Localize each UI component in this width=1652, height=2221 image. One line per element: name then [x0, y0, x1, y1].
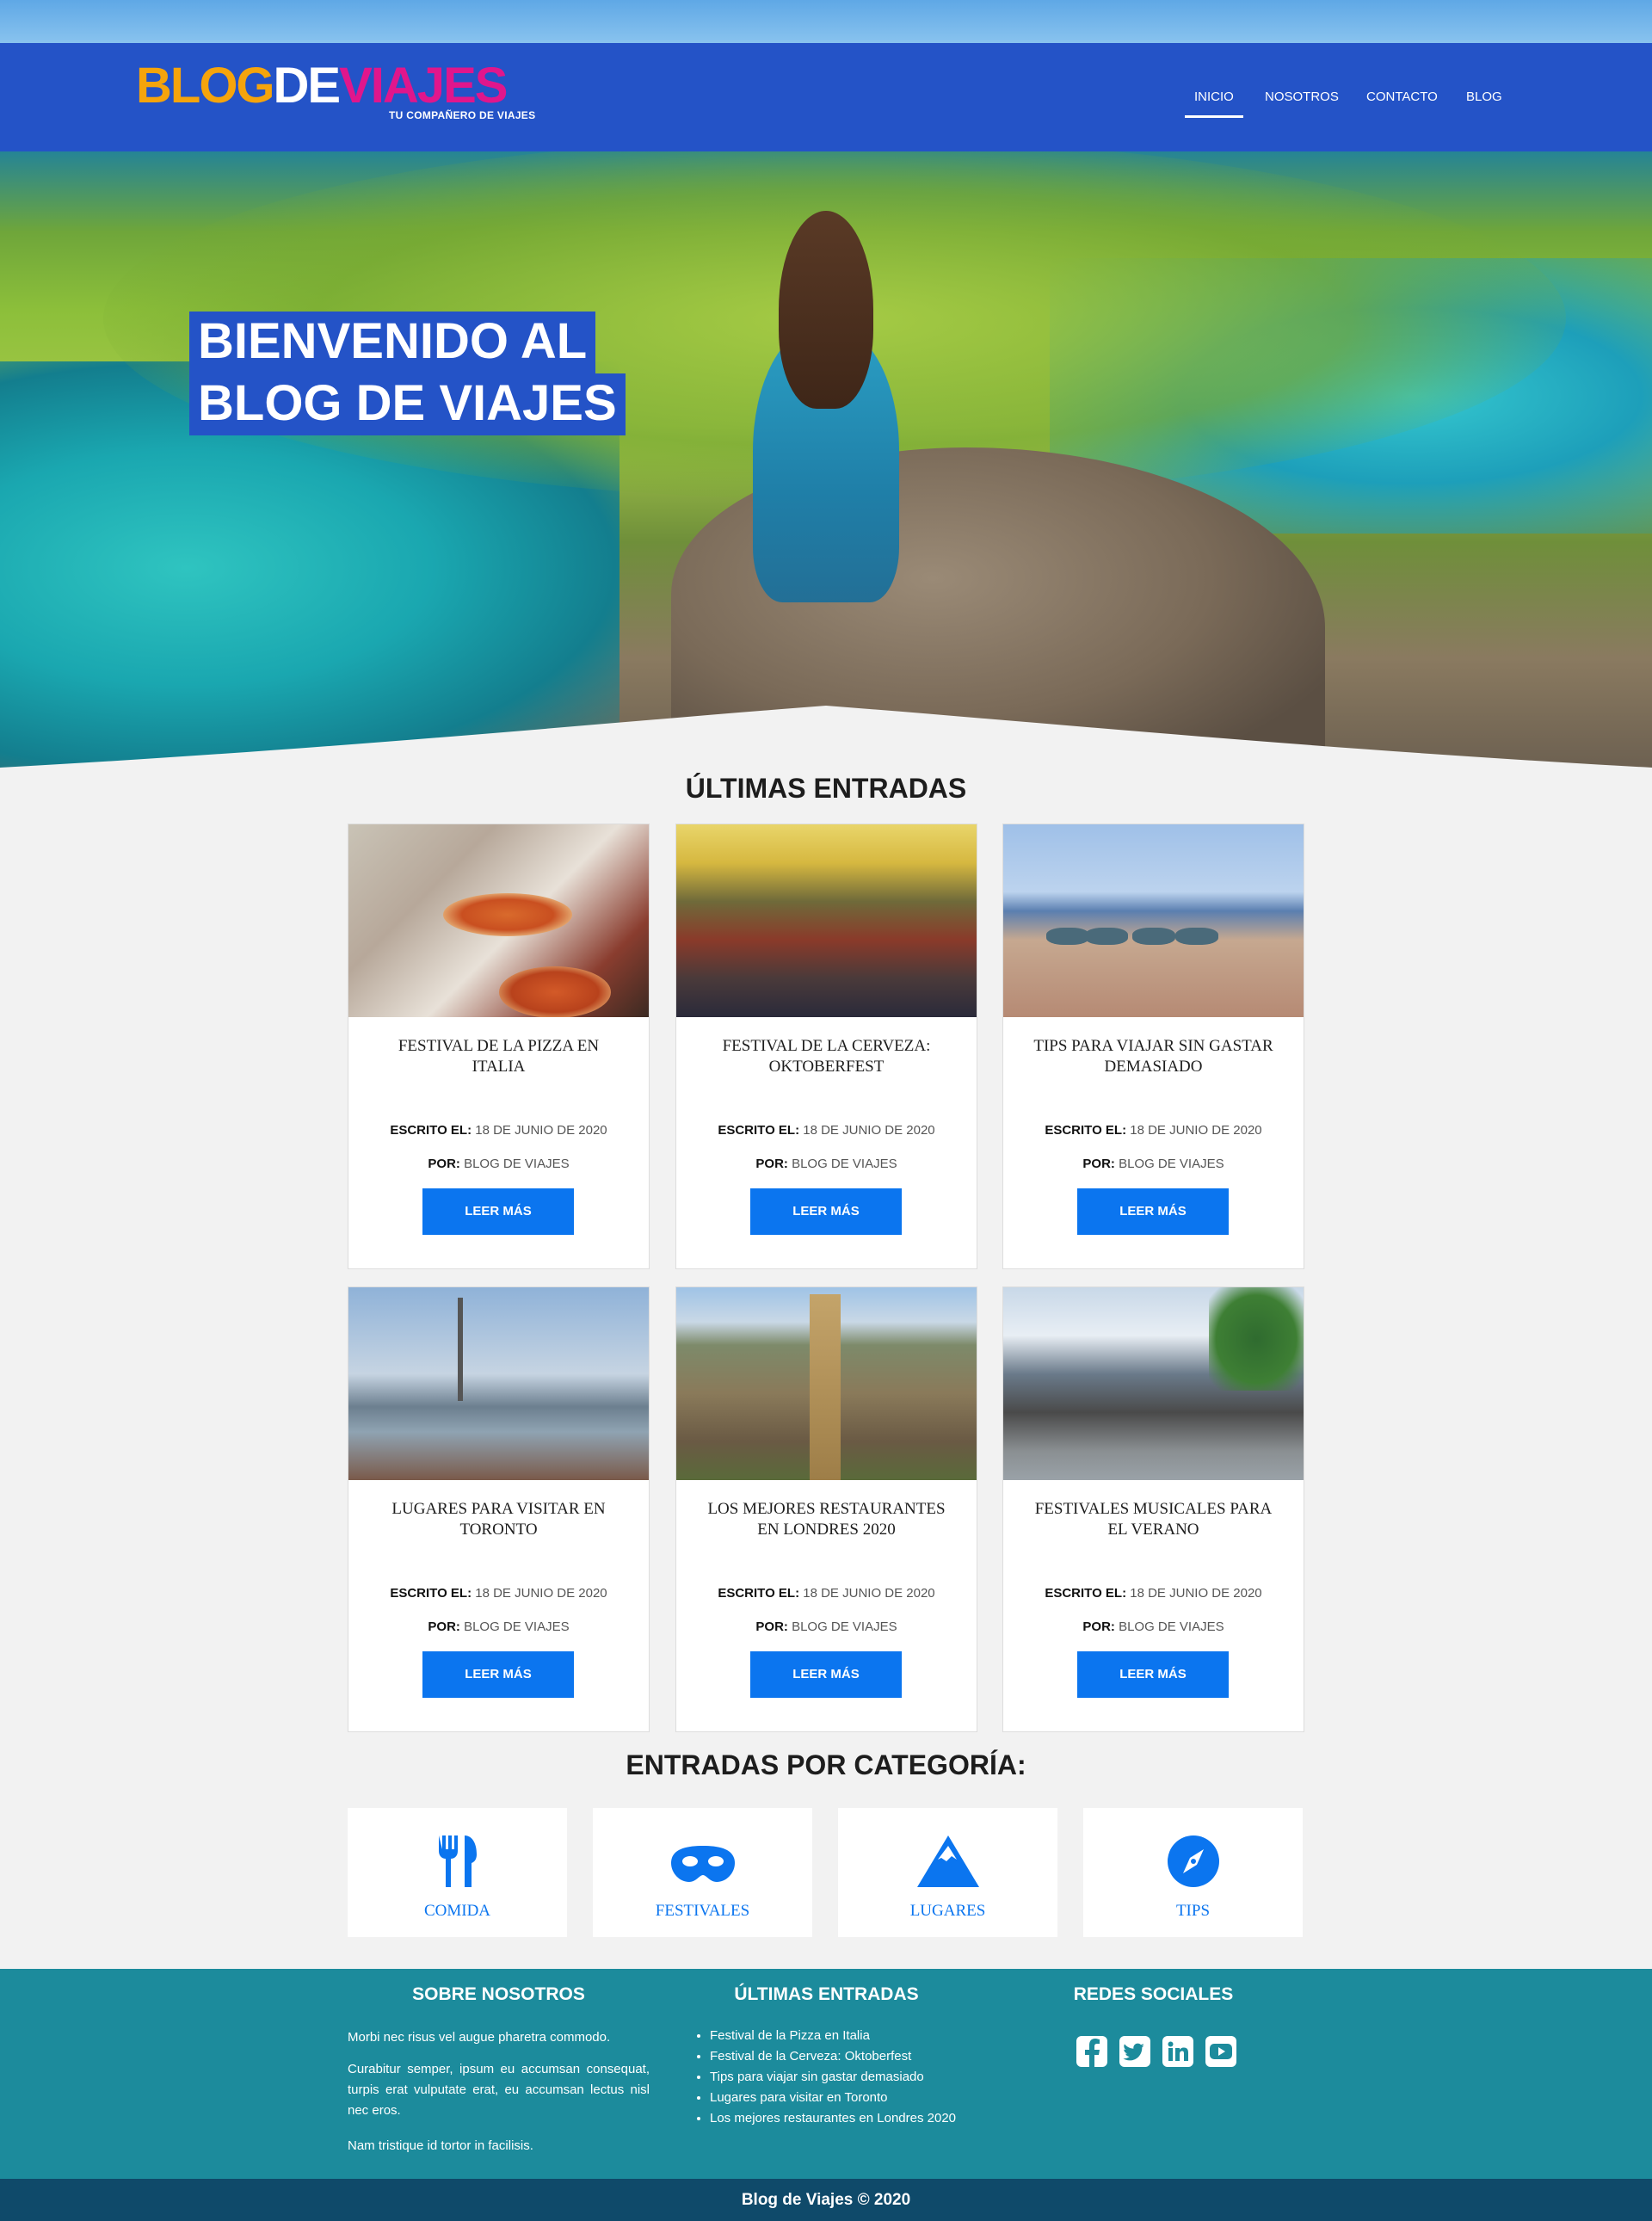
utensils-icon	[348, 1834, 567, 1889]
youtube-icon[interactable]	[1205, 2035, 1237, 2068]
post-image[interactable]	[676, 1287, 977, 1480]
category-festivales[interactable]: FESTIVALES	[593, 1808, 812, 1937]
post-image[interactable]	[348, 1287, 649, 1480]
copyright-bar: Blog de Viajes © 2020	[0, 2179, 1652, 2221]
hero-heading-line1: BIENVENIDO AL	[189, 312, 596, 373]
post-date: ESCRITO EL: 18 DE JUNIO DE 2020	[1045, 1123, 1262, 1138]
post-author: POR: BLOG DE VIAJES	[428, 1157, 570, 1171]
logo-part-de: DE	[273, 58, 342, 114]
post-title: FESTIVALES MUSICALES PARA EL VERANO	[1034, 1500, 1273, 1539]
post-card: LUGARES PARA VISITAR EN TORONTO ESCRITO …	[348, 1286, 650, 1732]
footer-about-text-3: Nam tristique id tortor in facilisis.	[348, 2138, 533, 2153]
post-card: LOS MEJORES RESTAURANTES EN LONDRES 2020…	[675, 1286, 977, 1732]
post-image[interactable]	[1003, 824, 1304, 1017]
post-date: ESCRITO EL: 18 DE JUNIO DE 2020	[718, 1123, 935, 1138]
logo-part-blog: BLOG	[136, 58, 275, 114]
footer-about-text-2: Curabitur semper, ipsum eu accumsan cons…	[348, 2062, 650, 2118]
post-author: POR: BLOG DE VIAJES	[428, 1619, 570, 1634]
category-tips[interactable]: TIPS	[1083, 1808, 1303, 1937]
post-date: ESCRITO EL: 18 DE JUNIO DE 2020	[390, 1586, 607, 1601]
read-more-button[interactable]: LEER MÁS	[422, 1188, 574, 1235]
footer-social-title: REDES SOCIALES	[1073, 1984, 1234, 2004]
post-author: POR: BLOG DE VIAJES	[1082, 1619, 1224, 1634]
post-image[interactable]	[1003, 1287, 1304, 1480]
post-date: ESCRITO EL: 18 DE JUNIO DE 2020	[390, 1123, 607, 1138]
footer-about-text-1: Morbi nec risus vel augue pharetra commo…	[348, 2030, 611, 2045]
hero-person-hair	[779, 211, 873, 409]
footer-latest-link[interactable]: Tips para viajar sin gastar demasiado	[710, 2067, 985, 2088]
category-label: TIPS	[1175, 1902, 1211, 1920]
hero-heading-line2: BLOG DE VIAJES	[189, 373, 626, 435]
post-title: FESTIVAL DE LA CERVEZA: OKTOBERFEST	[722, 1037, 931, 1076]
category-label: COMIDA	[423, 1902, 491, 1920]
footer-latest-title: ÚLTIMAS ENTRADAS	[734, 1984, 919, 2004]
nav-inicio[interactable]: INICIO	[1185, 89, 1243, 118]
post-image[interactable]	[676, 824, 977, 1017]
post-title: TIPS PARA VIAJAR SIN GASTAR DEMASIADO	[1033, 1037, 1273, 1076]
site-logo[interactable]: BLOGDEVIAJES	[136, 61, 508, 111]
post-author: POR: BLOG DE VIAJES	[755, 1157, 897, 1171]
post-title: FESTIVAL DE LA PIZZA EN ITALIA	[398, 1037, 600, 1076]
hero-heading: BIENVENIDO AL BLOG DE VIAJES	[189, 312, 626, 435]
footer-about-title: SOBRE NOSOTROS	[412, 1984, 585, 2004]
nav-contacto[interactable]: CONTACTO	[1366, 89, 1438, 104]
post-date: ESCRITO EL: 18 DE JUNIO DE 2020	[718, 1586, 935, 1601]
read-more-button[interactable]: LEER MÁS	[1077, 1188, 1229, 1235]
post-image[interactable]	[348, 824, 649, 1017]
footer-latest-link[interactable]: Lugares para visitar en Toronto	[710, 2088, 985, 2108]
post-date: ESCRITO EL: 18 DE JUNIO DE 2020	[1045, 1586, 1262, 1601]
nav-blog[interactable]: BLOG	[1466, 89, 1502, 104]
compass-icon	[1083, 1834, 1303, 1889]
post-author: POR: BLOG DE VIAJES	[755, 1619, 897, 1634]
mask-icon	[593, 1834, 812, 1889]
post-card: FESTIVALES MUSICALES PARA EL VERANO ESCR…	[1002, 1286, 1304, 1732]
post-author: POR: BLOG DE VIAJES	[1082, 1157, 1224, 1171]
mountain-icon	[838, 1834, 1057, 1889]
post-title: LOS MEJORES RESTAURANTES EN LONDRES 2020	[707, 1500, 946, 1539]
latest-section-title: ÚLTIMAS ENTRADAS	[685, 773, 967, 804]
category-comida[interactable]: COMIDA	[348, 1808, 567, 1937]
post-card: FESTIVAL DE LA PIZZA EN ITALIA ESCRITO E…	[348, 824, 650, 1269]
read-more-button[interactable]: LEER MÁS	[750, 1188, 902, 1235]
hero-wave-divider	[0, 706, 1652, 774]
social-links	[1076, 2035, 1237, 2068]
post-card: TIPS PARA VIAJAR SIN GASTAR DEMASIADO ES…	[1002, 824, 1304, 1269]
linkedin-icon[interactable]	[1162, 2035, 1194, 2068]
read-more-button[interactable]: LEER MÁS	[1077, 1651, 1229, 1698]
categories-section-title: ENTRADAS POR CATEGORÍA:	[626, 1749, 1026, 1780]
footer-latest-link[interactable]: Festival de la Cerveza: Oktoberfest	[710, 2046, 985, 2067]
category-label: LUGARES	[909, 1902, 986, 1920]
post-title: LUGARES PARA VISITAR EN TORONTO	[391, 1500, 606, 1539]
category-lugares[interactable]: LUGARES	[838, 1808, 1057, 1937]
footer-latest-link[interactable]: Festival de la Pizza en Italia	[710, 2026, 985, 2046]
logo-part-viajes: VIAJES	[339, 58, 508, 114]
read-more-button[interactable]: LEER MÁS	[750, 1651, 902, 1698]
logo-tagline: TU COMPAÑERO DE VIAJES	[389, 109, 536, 121]
post-card: FESTIVAL DE LA CERVEZA: OKTOBERFEST ESCR…	[675, 824, 977, 1269]
read-more-button[interactable]: LEER MÁS	[422, 1651, 574, 1698]
facebook-icon[interactable]	[1076, 2035, 1108, 2068]
footer-latest-link[interactable]: Los mejores restaurantes en Londres 2020	[710, 2108, 985, 2129]
category-label: FESTIVALES	[655, 1902, 750, 1920]
nav-nosotros[interactable]: NOSOTROS	[1265, 89, 1339, 104]
twitter-icon[interactable]	[1119, 2035, 1151, 2068]
footer-latest-list: Festival de la Pizza en Italia Festival …	[710, 2026, 985, 2129]
